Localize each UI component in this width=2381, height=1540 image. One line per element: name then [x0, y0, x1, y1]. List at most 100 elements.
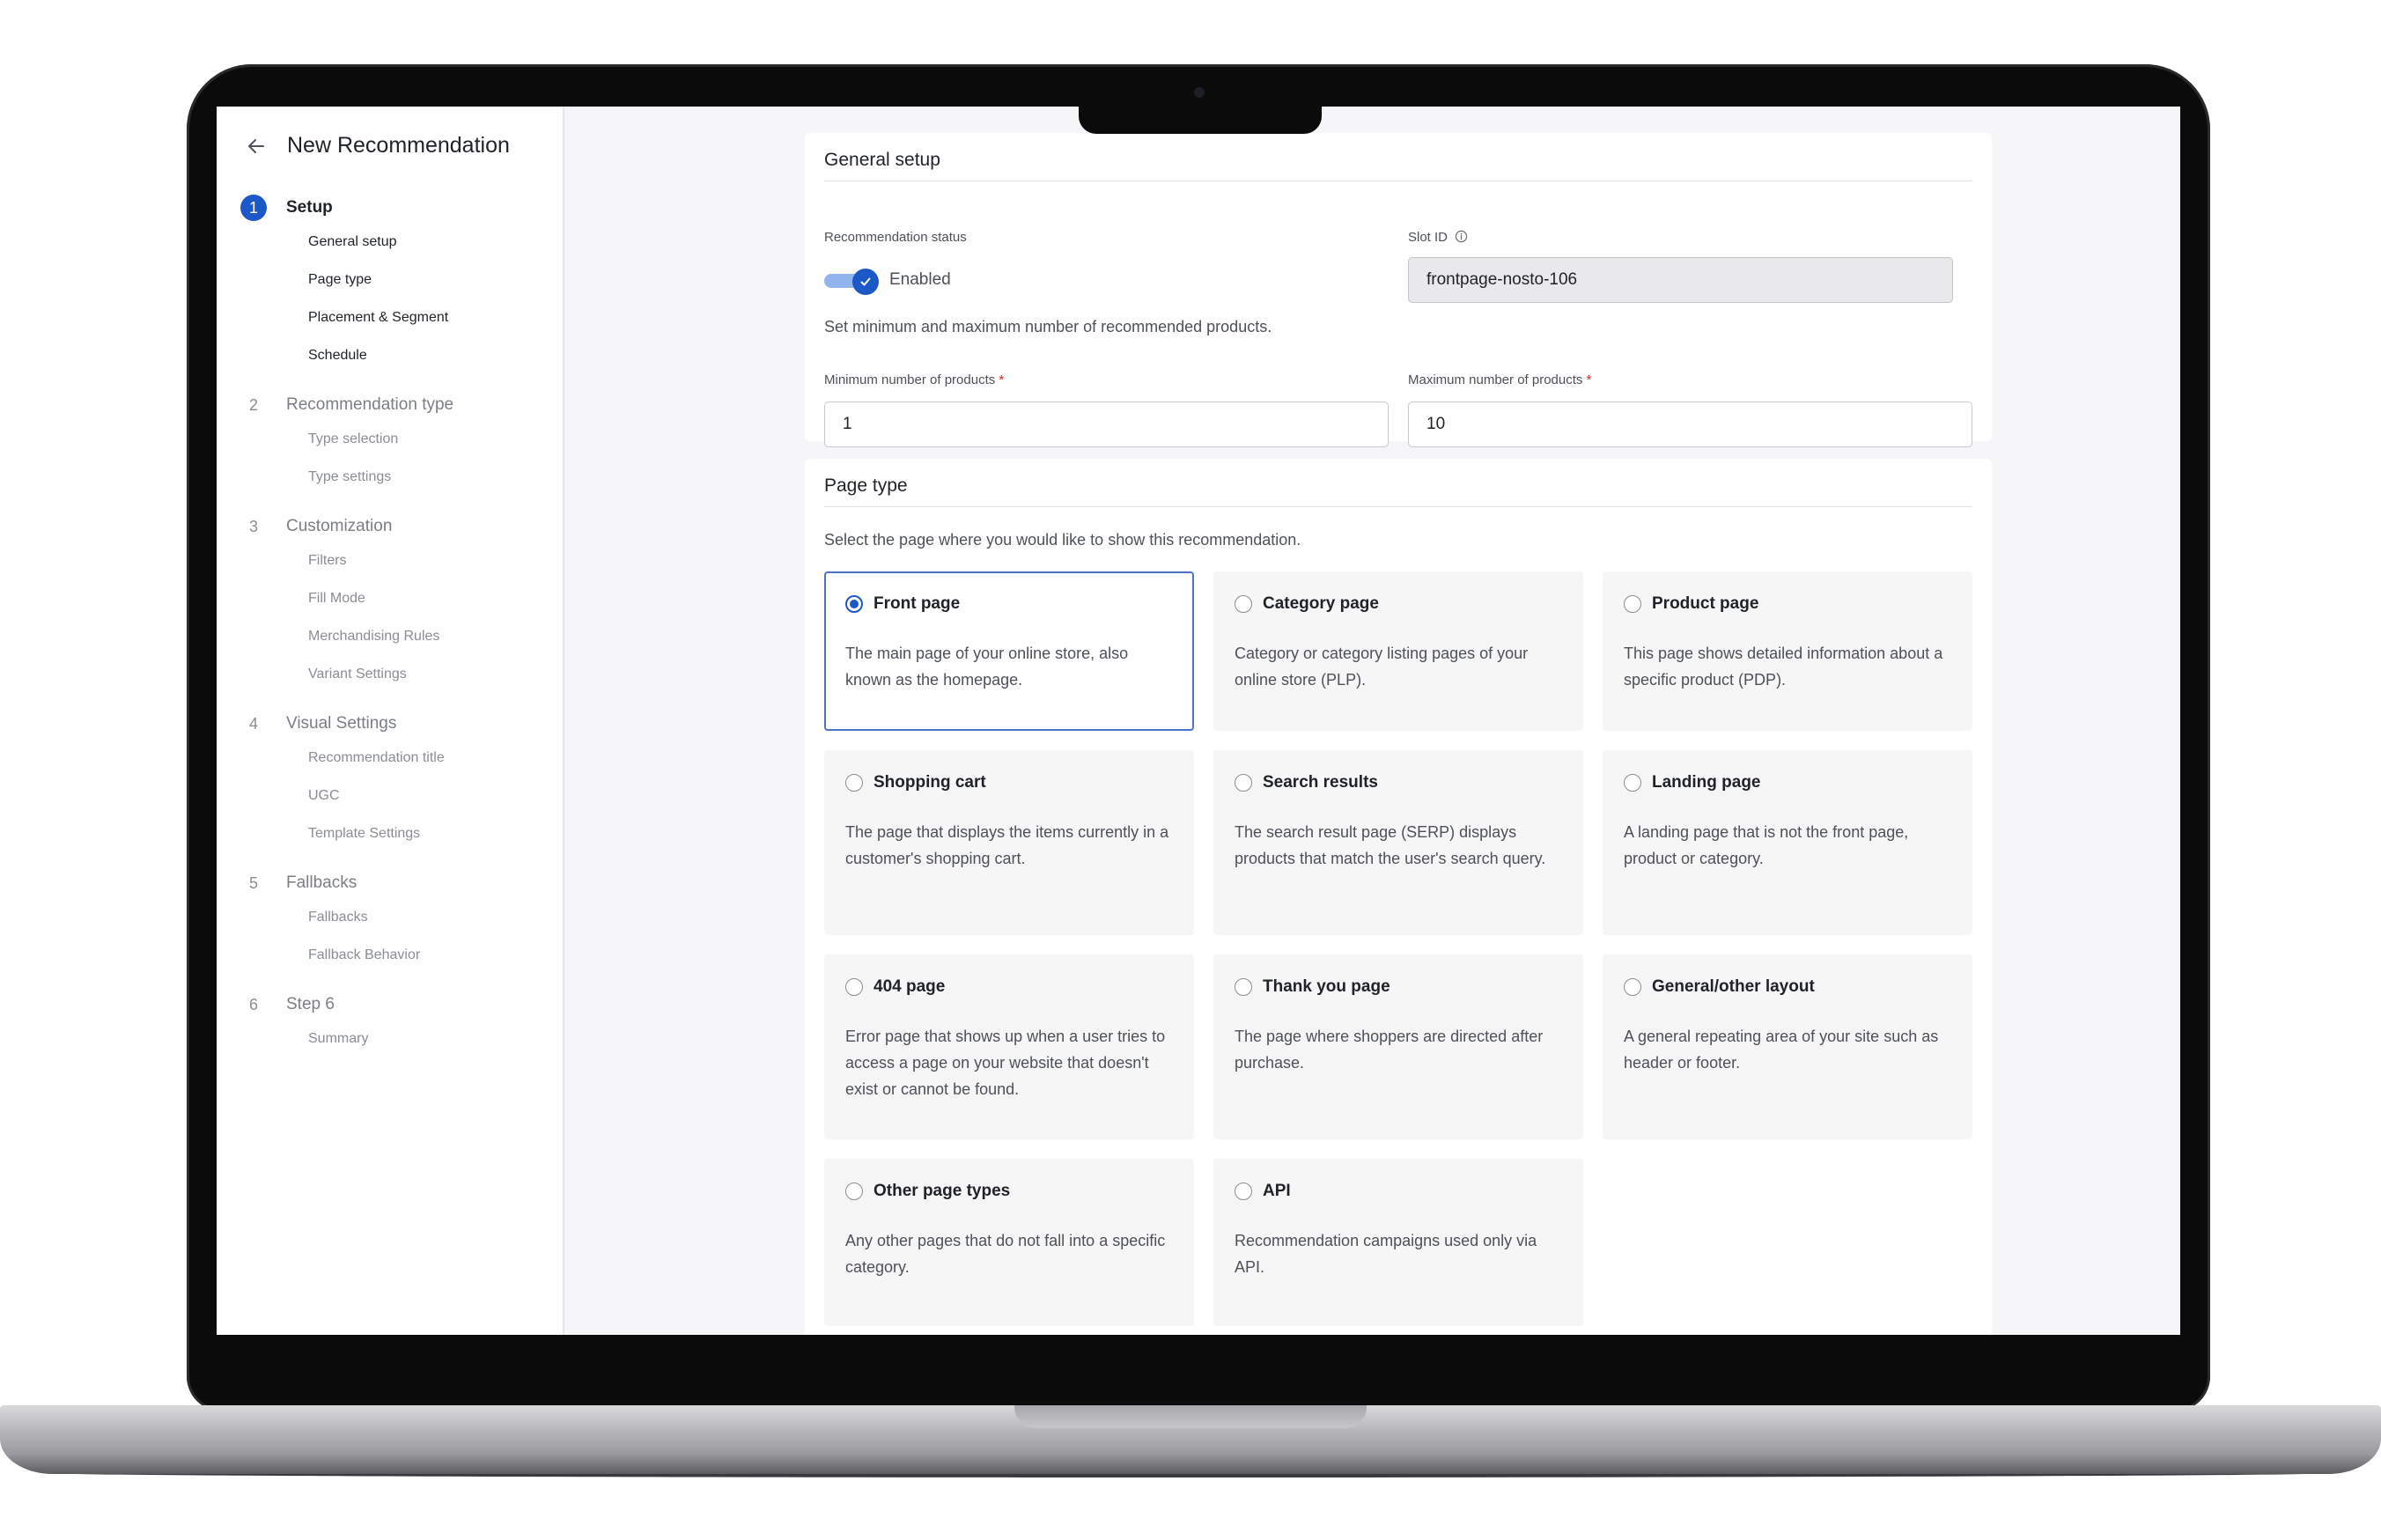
step-number: 4 [248, 714, 258, 733]
option-description: The main page of your online store, also… [845, 645, 1129, 689]
main-content: General setup Recommendation status Enab… [565, 107, 2180, 1335]
option-search-results[interactable]: Search results The search result page (S… [1213, 750, 1583, 935]
step-fallbacks[interactable]: 5 Fallbacks [240, 868, 549, 898]
radio[interactable] [845, 1183, 863, 1200]
option-description: This page shows detailed information abo… [1624, 645, 1943, 689]
step-number: 6 [248, 995, 258, 1013]
page-type-card: Page type Select the page where you woul… [805, 459, 1992, 1335]
substep-recommendation-title[interactable]: Recommendation title [240, 739, 549, 777]
radio[interactable] [1235, 774, 1252, 792]
step-label: Customization [286, 517, 393, 535]
radio[interactable] [845, 978, 863, 996]
option-title: Landing page [1652, 773, 1761, 792]
step-number: 3 [248, 517, 258, 535]
substep-variant-settings[interactable]: Variant Settings [240, 655, 549, 693]
option-title: Product page [1652, 594, 1759, 613]
option-description: Error page that shows up when a user tri… [845, 1028, 1166, 1098]
substep-ugc[interactable]: UGC [240, 777, 549, 814]
radio[interactable] [1235, 1183, 1252, 1200]
max-products-label: Maximum number of products * [1408, 372, 1591, 387]
option-description: The search result page (SERP) displays p… [1235, 823, 1546, 867]
status-toggle[interactable]: Enabled [824, 269, 951, 295]
substep-schedule[interactable]: Schedule [240, 336, 549, 374]
back-arrow-icon[interactable] [247, 136, 266, 156]
option-general-other-layout[interactable]: General/other layout A general repeating… [1603, 954, 1972, 1139]
option-404-page[interactable]: 404 page Error page that shows up when a… [824, 954, 1194, 1139]
radio[interactable] [845, 774, 863, 792]
option-title: Front page [874, 594, 961, 613]
step-label: Setup [286, 198, 333, 217]
step-number: 1 [240, 195, 267, 221]
slot-id-label: Slot ID [1408, 230, 1468, 245]
substep-fallback-behavior[interactable]: Fallback Behavior [240, 936, 549, 974]
radio[interactable] [1235, 978, 1252, 996]
step-visual-settings[interactable]: 4 Visual Settings [240, 709, 549, 739]
info-icon[interactable] [1455, 230, 1468, 243]
option-shopping-cart[interactable]: Shopping cart The page that displays the… [824, 750, 1194, 935]
option-title: Other page types [874, 1182, 1011, 1200]
substep-summary[interactable]: Summary [240, 1020, 549, 1057]
substep-merchandising-rules[interactable]: Merchandising Rules [240, 617, 549, 655]
step-label: Recommendation type [286, 395, 454, 414]
option-title: API [1263, 1182, 1291, 1200]
option-title: Search results [1263, 773, 1378, 792]
option-title: Thank you page [1263, 977, 1390, 996]
status-value: Enabled [889, 270, 951, 289]
radio[interactable] [1235, 595, 1252, 613]
slot-id-label-text: Slot ID [1408, 230, 1449, 245]
page-type-title: Page type [824, 475, 1972, 507]
max-products-label-text: Maximum number of products [1408, 372, 1583, 387]
screen: New Recommendation 1 Setup General setup… [217, 107, 2180, 1335]
option-api[interactable]: API Recommendation campaigns used only v… [1213, 1159, 1583, 1326]
substep-fill-mode[interactable]: Fill Mode [240, 579, 549, 617]
slot-id-input[interactable]: frontpage-nosto-106 [1408, 257, 1953, 303]
substep-template-settings[interactable]: Template Settings [240, 814, 549, 852]
required-mark: * [999, 372, 1005, 387]
radio[interactable] [1624, 595, 1641, 613]
step-recommendation-type[interactable]: 2 Recommendation type [240, 390, 549, 420]
option-landing-page[interactable]: Landing page A landing page that is not … [1603, 750, 1972, 935]
step-customization[interactable]: 3 Customization [240, 512, 549, 542]
radio-selected[interactable] [845, 595, 863, 613]
option-title: General/other layout [1652, 977, 1815, 996]
option-description: Category or category listing pages of yo… [1235, 645, 1529, 689]
step-number: 5 [248, 873, 258, 892]
substep-filters[interactable]: Filters [240, 542, 549, 579]
option-description: The page where shoppers are directed aft… [1235, 1028, 1544, 1072]
min-products-input[interactable]: 1 [824, 402, 1389, 447]
check-icon [860, 277, 871, 286]
option-title: 404 page [874, 977, 946, 996]
substep-type-settings[interactable]: Type settings [240, 458, 549, 496]
option-other-page-types[interactable]: Other page types Any other pages that do… [824, 1159, 1194, 1326]
radio[interactable] [1624, 774, 1641, 792]
laptop-base-notch [1014, 1405, 1367, 1428]
option-thank-you-page[interactable]: Thank you page The page where shoppers a… [1213, 954, 1583, 1139]
substep-placement-segment[interactable]: Placement & Segment [240, 298, 549, 336]
min-products-label-text: Minimum number of products [824, 372, 996, 387]
max-products-input[interactable]: 10 [1408, 402, 1972, 447]
toggle-switch[interactable] [824, 269, 879, 295]
radio[interactable] [1624, 978, 1641, 996]
option-product-page[interactable]: Product page This page shows detailed in… [1603, 571, 1972, 731]
substep-general-setup[interactable]: General setup [240, 223, 549, 261]
step-label: Visual Settings [286, 714, 397, 733]
step-label: Fallbacks [286, 873, 358, 892]
step-setup[interactable]: 1 Setup [240, 193, 549, 223]
camera-icon [1194, 87, 1205, 98]
step-6[interactable]: 6 Step 6 [240, 990, 549, 1020]
substep-type-selection[interactable]: Type selection [240, 420, 549, 458]
option-description: Recommendation campaigns used only via A… [1235, 1232, 1537, 1276]
page-type-helper-text: Select the page where you would like to … [824, 531, 1301, 549]
substep-fallbacks[interactable]: Fallbacks [240, 898, 549, 936]
general-setup-title: General setup [824, 150, 1972, 181]
products-helper-text: Set minimum and maximum number of recomm… [824, 318, 1272, 335]
option-title: Shopping cart [874, 773, 986, 792]
page-title: New Recommendation [287, 133, 510, 158]
sidebar-header: New Recommendation [247, 133, 510, 158]
general-setup-card: General setup Recommendation status Enab… [805, 133, 1992, 447]
substep-page-type[interactable]: Page type [240, 261, 549, 298]
option-description: A landing page that is not the front pag… [1624, 823, 1909, 867]
option-front-page[interactable]: Front page The main page of your online … [824, 571, 1194, 731]
option-title: Category page [1263, 594, 1379, 613]
option-category-page[interactable]: Category page Category or category listi… [1213, 571, 1583, 731]
